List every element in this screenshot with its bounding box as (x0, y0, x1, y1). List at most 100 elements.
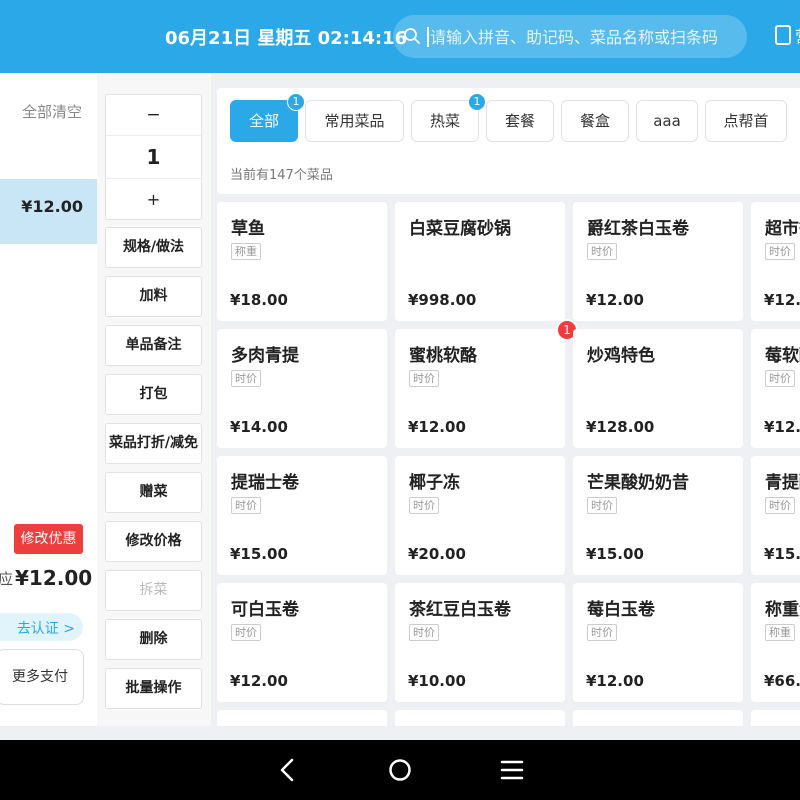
dish-tag: 时价 (765, 370, 795, 387)
dish-card[interactable]: 草鱼称重 ¥18.00 (217, 202, 387, 321)
dish-price: ¥12.0 (764, 418, 800, 436)
search-input[interactable] (430, 22, 730, 52)
dish-price: ¥10.00 (408, 672, 466, 690)
category-area: 全部 1 常用菜品 热菜 1 套餐 餐盒 aaa 点帮首 当前有147个菜品 (217, 88, 800, 194)
dish-name: 草鱼 (231, 219, 265, 239)
dish-card[interactable]: 超市等时价 ¥12.0 (751, 202, 800, 321)
dish-grid: 草鱼称重 ¥18.00 白菜豆腐砂锅 ¥998.00 爵红茶白玉卷时价 ¥12.00 超市等… (217, 202, 800, 726)
action-button[interactable]: 加料 (105, 276, 202, 317)
dish-name: 蜜桃软酪 (409, 346, 477, 366)
search-box[interactable] (393, 15, 747, 58)
order-panel: 全部清空 ¥12.00 修改优惠 应 ¥12.00 去认证 > 更多支付 (0, 73, 97, 726)
dish-tag: 时价 (587, 497, 617, 514)
dish-tag: 时价 (587, 624, 617, 641)
category-tab[interactable]: 套餐 (486, 100, 554, 142)
system-nav-bar (0, 740, 800, 800)
action-button[interactable]: 单品备注 (105, 325, 202, 366)
quantity-stepper: − 1 + (105, 94, 202, 220)
dish-card[interactable]: 椰子冻 时价 ¥20.00 (395, 456, 565, 575)
action-button[interactable]: 赠菜 (105, 472, 202, 513)
category-tab-label: 点帮首 (723, 112, 769, 130)
search-icon (404, 28, 420, 44)
header-right-label[interactable]: 营 (795, 23, 800, 47)
dish-card[interactable]: 蜜桃软酪 时价 ¥12.00 1 (395, 319, 578, 448)
dish-tag: 时价 (409, 497, 439, 514)
category-tab-label: 常用菜品 (324, 112, 385, 130)
dish-count: 当前有147个菜品 (230, 168, 333, 183)
clear-all-button[interactable]: 全部清空 (22, 101, 82, 122)
dish-price: ¥15.00 (230, 545, 288, 563)
category-tab[interactable]: 全部 1 (230, 93, 305, 142)
dish-tag: 时价 (231, 624, 261, 641)
dish-card[interactable]: 芒果酸奶奶昔 时价 ¥15.00 (573, 456, 743, 575)
dish-price: ¥15.0 (764, 545, 800, 563)
dish-name: 莓白玉卷 (587, 600, 655, 620)
action-button[interactable]: 修改价格 (105, 521, 202, 562)
menu-icon[interactable] (497, 755, 527, 785)
dish-card[interactable]: 茶红豆白玉卷 时价 ¥10.00 (395, 583, 565, 702)
dish-card[interactable]: 白菜豆腐砂锅 ¥998.00 (395, 202, 565, 321)
dish-card[interactable]: 莓软酪时价 ¥12.0 (751, 329, 800, 448)
dish-tag: 时价 (231, 370, 261, 387)
total-label: 应 (0, 570, 14, 588)
dish-tag: 时价 (765, 243, 795, 260)
category-tab[interactable]: 餐盒 (561, 100, 629, 142)
dish-name: 青提酸 (765, 473, 800, 493)
action-button[interactable]: 批量操作 (105, 668, 202, 709)
action-button[interactable]: 打包 (105, 374, 202, 415)
back-icon[interactable] (273, 755, 303, 785)
dish-tag: 时价 (231, 497, 261, 514)
text-caret (427, 27, 429, 47)
category-tab[interactable]: aaa (636, 100, 698, 142)
quantity-value: 1 (146, 145, 161, 169)
action-button[interactable]: 规格/做法 (105, 227, 202, 268)
dish-tag: 称重 (231, 243, 261, 260)
modify-discount-button[interactable]: 修改优惠 (14, 524, 83, 554)
dish-card[interactable]: 青提酸时价 ¥15.0 (751, 456, 800, 575)
home-icon[interactable] (385, 755, 415, 785)
dish-card[interactable]: 多肉青提时价 ¥14.00 (217, 329, 387, 448)
dish-card[interactable]: 炒鸡特色 ¥128.00 (573, 329, 743, 448)
dish-price: ¥12.0 (764, 291, 800, 309)
order-item-price: ¥12.00 (21, 197, 83, 216)
dish-name: 可白玉卷 (231, 600, 299, 620)
more-payment-button[interactable]: 更多支付 (0, 649, 84, 705)
category-tab-label: 套餐 (504, 112, 535, 130)
dish-price: ¥128.00 (586, 418, 655, 436)
dish-price: ¥12.00 (408, 418, 466, 436)
dish-card[interactable]: 爵红茶白玉卷 时价 ¥12.00 (573, 202, 743, 321)
dish-card[interactable]: 提瑞士卷 时价 ¥15.00 (217, 456, 387, 575)
dish-tag: 时价 (765, 497, 795, 514)
action-button[interactable]: 删除 (105, 619, 202, 660)
dish-price: ¥14.00 (230, 418, 288, 436)
dish-card[interactable] (217, 710, 387, 726)
dish-price: ¥18.00 (230, 291, 288, 309)
dish-card[interactable]: 莓白玉卷 时价 ¥12.00 (573, 583, 743, 702)
quantity-decrease-button[interactable]: − (106, 95, 201, 136)
verify-link[interactable]: 去认证 > (17, 618, 75, 638)
dish-tag: 时价 (409, 370, 439, 387)
dish-card[interactable] (751, 710, 800, 726)
dish-card[interactable]: 称重测称重 ¥66.0 (751, 583, 800, 702)
category-tab-label: 全部 (248, 112, 279, 130)
category-tab-label: aaa (653, 112, 681, 130)
dish-card[interactable]: 可白玉卷 时价 ¥12.00 (217, 583, 387, 702)
dish-name: 茶红豆白玉卷 (409, 600, 511, 620)
dish-card[interactable] (395, 710, 565, 726)
quantity-increase-button[interactable]: + (106, 178, 201, 219)
category-tab[interactable]: 点帮首 (705, 100, 787, 142)
dish-name: 爵红茶白玉卷 (587, 219, 689, 239)
action-button[interactable]: 菜品打折/减免 (105, 423, 202, 464)
dish-tag: 时价 (587, 243, 617, 260)
dish-name: 莓软酪 (765, 346, 800, 366)
category-tab[interactable]: 常用菜品 (305, 100, 404, 142)
selected-order-item[interactable]: ¥12.00 (0, 179, 97, 244)
action-column: − 1 + 规格/做法 加料 单品备注 打包 菜品打折/减免 赠菜 修改价格 拆菜 删除 批量操作 (97, 73, 211, 726)
category-tab[interactable]: 热菜 1 (411, 93, 486, 142)
verify-banner[interactable]: 去认证 > (0, 613, 83, 641)
dish-card[interactable] (573, 710, 743, 726)
dish-name: 白菜豆腐砂锅 (409, 219, 511, 239)
dish-name: 多肉青提 (231, 346, 299, 366)
orders-icon[interactable] (775, 25, 791, 45)
dish-tag: 称重 (765, 624, 795, 641)
